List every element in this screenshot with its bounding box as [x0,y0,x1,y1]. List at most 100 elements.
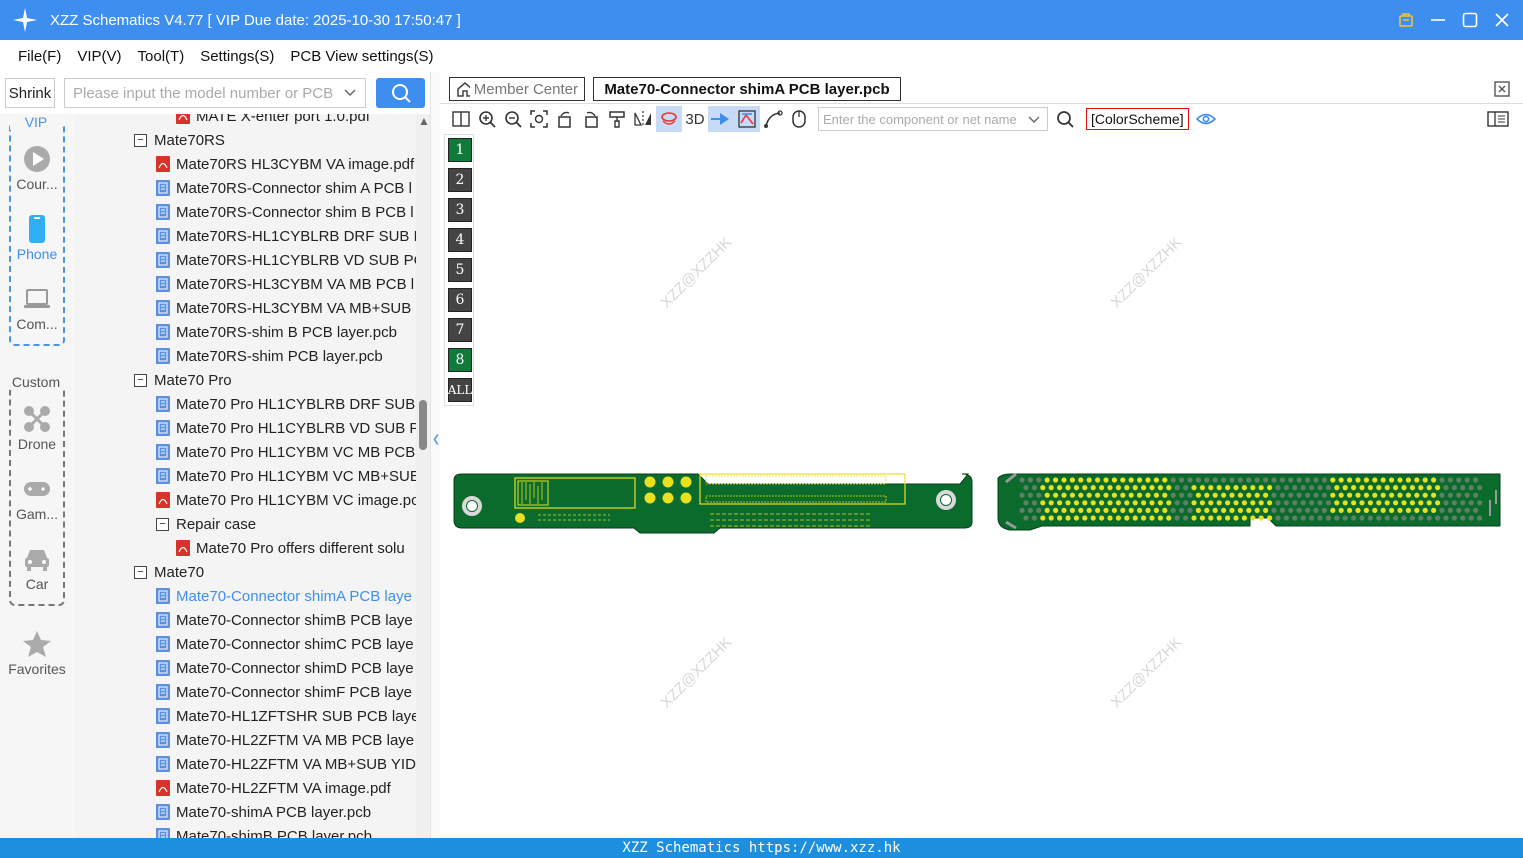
tree-file[interactable]: Mate70RS-shim B PCB layer.pcb [156,320,397,344]
menu-vip[interactable]: VIP(V) [77,48,121,65]
rail-item-game[interactable]: Gam... [0,474,74,522]
close-icon[interactable] [1493,11,1511,29]
pcb-left-part[interactable] [453,473,973,534]
collapse-toggle-icon[interactable]: − [134,133,147,147]
rail-item-computer[interactable]: Com... [0,284,74,332]
tree-file[interactable]: Mate70 Pro HL1CYBM VC image.pc [156,488,416,512]
pcb-board[interactable] [450,470,1505,540]
tree-scrollbar[interactable]: ▲ [416,114,430,838]
tree-row-label: Mate70-HL2ZFTM VA MB PCB laye [176,731,415,749]
component-search-input[interactable]: Enter the component or net name [818,107,1048,131]
shrink-button[interactable]: Shrink [5,78,55,108]
bag-icon[interactable] [1397,11,1415,29]
trace-icon[interactable] [760,106,786,132]
tree-file[interactable]: Mate70-Connector shimA PCB laye [156,584,412,608]
layer-button-all[interactable]: ALL [448,378,472,402]
flip-view-icon[interactable] [656,106,682,132]
layer-button-2[interactable]: 2 [448,168,472,192]
tree-file[interactable]: Mate70-Connector shimF PCB laye [156,680,412,704]
pcb-right-part[interactable] [997,472,1501,531]
collapse-toggle-icon[interactable]: − [134,565,147,579]
pcb-file-icon [156,276,170,292]
tree-file[interactable]: MATE X-enter port 1.0.pdf [176,114,370,128]
layer-button-5[interactable]: 5 [448,258,472,282]
tree-file[interactable]: Mate70RS-HL3CYBM VA MB+SUB [156,296,411,320]
window-title: XZZ Schematics V4.77 [ VIP Due date: 202… [50,11,461,29]
mirror-icon[interactable] [630,106,656,132]
close-all-tabs-icon[interactable] [1493,80,1511,98]
tree-file[interactable]: Mate70 Pro HL1CYBLRB DRF SUB F [156,392,416,416]
tree-file[interactable]: Mate70-HL2ZFTM VA image.pdf [156,776,391,800]
tree-folder[interactable]: − Mate70 Pro [134,368,232,392]
rail-item-favorites[interactable]: Favorites [0,629,74,677]
tree-row-label: Mate70 Pro HL1CYBLRB VD SUB PC [176,419,416,437]
tree-file[interactable]: Mate70RS-HL1CYBLRB VD SUB PCI [156,248,416,272]
find-icon[interactable] [1052,106,1078,132]
menu-tool[interactable]: Tool(T) [138,48,185,65]
tab-member-center[interactable]: Member Center [449,77,585,101]
tree-file[interactable]: Mate70-HL2ZFTM VA MB+SUB YID [156,752,416,776]
tree-folder[interactable]: − Mate70RS [134,128,225,152]
side-panel-icon[interactable] [1485,106,1511,132]
colorscheme-button[interactable]: [ColorScheme] [1086,108,1189,130]
tree-file[interactable]: Mate70-shimB PCB layer.pcb [156,824,372,838]
chevron-down-icon[interactable] [1027,112,1041,129]
layer-button-3[interactable]: 3 [448,198,472,222]
layer-button-1[interactable]: 1 [448,138,472,162]
tree-file[interactable]: Mate70RS HL3CYBM VA image.pdf [156,152,414,176]
tab-active-pcb[interactable]: Mate70-Connector shimA PCB layer.pcb [593,77,901,101]
tree-file[interactable]: Mate70-shimA PCB layer.pcb [156,800,371,824]
tree-folder[interactable]: − Mate70 [134,560,204,584]
net-highlight-icon[interactable] [734,106,760,132]
minimize-icon[interactable] [1429,11,1447,29]
tree-file[interactable]: Mate70RS-HL3CYBM VA MB PCB l [156,272,414,296]
view-3d-button[interactable]: 3D [682,106,708,132]
eye-icon[interactable] [1193,106,1219,132]
menu-pcb-view-settings[interactable]: PCB View settings(S) [290,48,433,65]
pcb-canvas[interactable]: 1 2 3 4 5 6 7 8 ALL XZZ@XZZHK XZZ@XZZHK XZZ@XZZH… [440,134,1523,838]
collapse-toggle-icon[interactable]: − [156,517,169,531]
maximize-icon[interactable] [1461,11,1479,29]
zoom-out-icon[interactable] [500,106,526,132]
tree-file[interactable]: Mate70-HL2ZFTM VA MB PCB laye [156,728,414,752]
rail-item-phone[interactable]: Phone [0,214,74,262]
tree-file[interactable]: Mate70-HL1ZFTSHR SUB PCB layer [156,704,416,728]
menu-file[interactable]: File(F) [18,48,61,65]
tree-file[interactable]: Mate70 Pro offers different solu [176,536,405,560]
tree-file[interactable]: Mate70-Connector shimC PCB laye [156,632,414,656]
search-button[interactable] [376,78,425,108]
rail-item-car[interactable]: Car [0,544,74,592]
rail-item-courses[interactable]: Cour... [0,144,74,192]
tree-file[interactable]: Mate70 Pro HL1CYBM VC MB PCB [156,440,415,464]
layer-button-6[interactable]: 6 [448,288,472,312]
layer-button-4[interactable]: 4 [448,228,472,252]
tree-file[interactable]: Mate70RS-Connector shim A PCB l [156,176,412,200]
chevron-down-icon[interactable] [343,85,357,102]
tree-file[interactable]: Mate70RS-Connector shim B PCB l [156,200,414,224]
panel-splitter[interactable] [430,72,440,838]
scroll-thumb[interactable] [419,400,427,450]
tree-file[interactable]: Mate70 Pro HL1CYBM VC MB+SUE [156,464,416,488]
tree-file[interactable]: Mate70 Pro HL1CYBLRB VD SUB PC [156,416,416,440]
pin-arrow-icon[interactable] [708,106,734,132]
tree-file[interactable]: Mate70RS-shim PCB layer.pcb [156,344,383,368]
layer-button-7[interactable]: 7 [448,318,472,342]
rotate-right-icon[interactable] [578,106,604,132]
rotate-left-icon[interactable] [552,106,578,132]
split-view-icon[interactable] [448,106,474,132]
collapse-toggle-icon[interactable]: − [134,373,147,387]
menu-settings[interactable]: Settings(S) [200,48,274,65]
zoom-in-icon[interactable] [474,106,500,132]
tree-file[interactable]: Mate70RS-HL1CYBLRB DRF SUB PC [156,224,416,248]
paint-icon[interactable] [604,106,630,132]
tree-file[interactable]: Mate70-Connector shimD PCB laye [156,656,414,680]
fit-view-icon[interactable] [526,106,552,132]
rail-item-label: Gam... [15,506,58,522]
model-search-input[interactable]: Please input the model number or PCB [64,78,366,108]
mouse-icon[interactable] [786,106,812,132]
tree-folder[interactable]: − Repair case [156,512,256,536]
rail-item-drone[interactable]: Drone [0,404,74,452]
layer-button-8[interactable]: 8 [448,348,472,372]
tree-file[interactable]: Mate70-Connector shimB PCB laye [156,608,413,632]
scroll-up-icon[interactable]: ▲ [418,114,430,128]
